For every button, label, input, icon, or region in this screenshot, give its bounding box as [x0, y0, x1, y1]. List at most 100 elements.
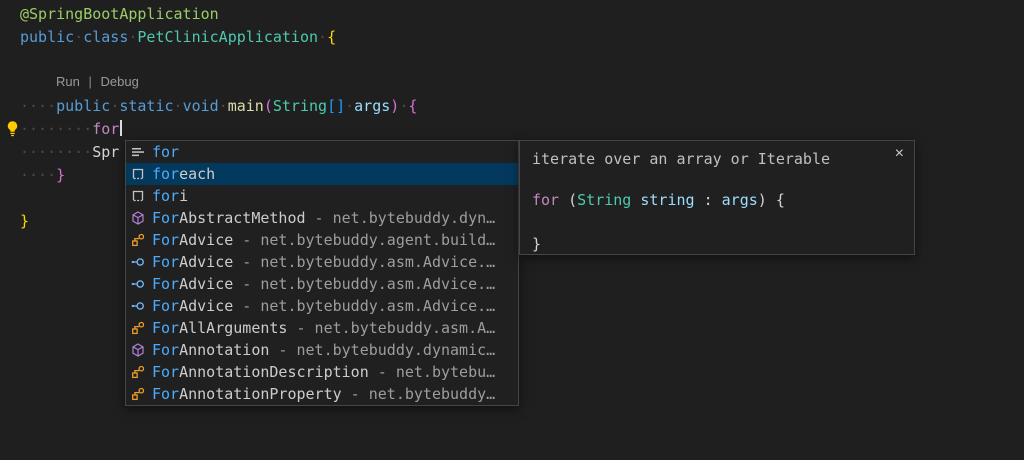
symbol-interface-icon — [130, 254, 148, 270]
suggestion-match-text: For — [152, 231, 179, 249]
suggestion-detail-text: - net.bytebuddy.asm.Advice.… — [233, 275, 495, 293]
code-token-type: PetClinicApplication — [137, 28, 318, 46]
symbol-class-icon — [130, 386, 148, 402]
suggestion-label: ForAllArguments - net.bytebuddy.asm.A… — [152, 319, 495, 337]
suggestion-doc-summary: iterate over an array or Iterable — [532, 149, 830, 169]
code-line: @SpringBootApplication — [20, 4, 219, 25]
suggest-details-panel: iterate over an array or Iterable × for … — [519, 140, 915, 255]
code-editor[interactable]: @SpringBootApplicationpublic·class·PetCl… — [0, 0, 1024, 460]
code-line: ····public·static·void·main(String[]·arg… — [20, 96, 417, 117]
code-token-b2: ) — [390, 97, 399, 115]
code-token-b2: ( — [264, 97, 273, 115]
suggestion-rest-text: AllArguments — [179, 319, 287, 337]
code-token-kw: public — [20, 28, 74, 46]
code-token-ws: · — [74, 28, 83, 46]
suggestion-detail-text: - net.bytebuddy.asm.Advice.… — [233, 297, 495, 315]
code-token-var: args — [722, 191, 758, 209]
suggestion-item[interactable]: ForAnnotationDescription - net.bytebu… — [126, 361, 518, 383]
suggestion-match-text: For — [152, 319, 179, 337]
suggestion-match-text: for — [152, 187, 179, 205]
code-token-kw: public — [56, 97, 110, 115]
codelens-run-link[interactable]: Run — [56, 74, 80, 89]
suggestion-item[interactable]: ForAdvice - net.bytebuddy.asm.Advice.… — [126, 295, 518, 317]
suggestion-detail-text: - net.bytebuddy.dynamic… — [269, 341, 495, 359]
lightbulb-icon[interactable] — [4, 120, 21, 137]
code-token-ws: ···· — [20, 166, 56, 184]
suggest-widget: forforeachforiForAbstractMethod - net.by… — [125, 140, 519, 406]
symbol-class-icon — [130, 232, 148, 248]
code-token-ws: ········ — [20, 120, 92, 138]
suggestion-match-text: For — [152, 363, 179, 381]
code-token-b1: } — [20, 212, 29, 230]
suggestion-rest-text: each — [179, 165, 215, 183]
suggestion-match-text: For — [152, 209, 179, 227]
suggestion-item[interactable]: ForAnnotationProperty - net.bytebuddy… — [126, 383, 518, 405]
suggestion-label: fori — [152, 187, 188, 205]
suggestion-rest-text: Advice — [179, 253, 233, 271]
suggestion-item[interactable]: ForAdvice - net.bytebuddy.asm.Advice.… — [126, 251, 518, 273]
suggestion-match-text: For — [152, 275, 179, 293]
code-line: public·class·PetClinicApplication·{ — [20, 27, 336, 48]
suggestion-detail-text: - net.bytebu… — [369, 363, 495, 381]
suggestion-item[interactable]: fori — [126, 185, 518, 207]
suggestion-match-text: For — [152, 297, 179, 315]
code-token-ws: · — [174, 97, 183, 115]
suggestion-item[interactable]: for — [126, 141, 518, 163]
suggestion-match-text: For — [152, 341, 179, 359]
symbol-class-icon — [130, 320, 148, 336]
code-token-punc: ) { — [758, 191, 785, 209]
code-token-b3: [] — [327, 97, 345, 115]
suggestion-rest-text: AnnotationDescription — [179, 363, 369, 381]
code-token-ws: · — [345, 97, 354, 115]
suggestion-detail-text: - net.bytebuddy.asm.A… — [287, 319, 495, 337]
suggestion-label: for — [152, 143, 179, 161]
code-token-ctrl: for — [92, 120, 119, 138]
code-token-var: args — [354, 97, 390, 115]
code-line: ········for — [20, 119, 122, 140]
suggest-list: forforeachforiForAbstractMethod - net.by… — [126, 141, 518, 405]
suggestion-label: ForAdvice - net.bytebuddy.asm.Advice.… — [152, 297, 495, 315]
suggestion-match-text: For — [152, 253, 179, 271]
code-token-b2: } — [56, 166, 65, 184]
suggestion-match-text: for — [152, 165, 179, 183]
suggestion-match-text: for — [152, 143, 179, 161]
suggestion-rest-text: AnnotationProperty — [179, 385, 342, 403]
suggestion-rest-text: AbstractMethod — [179, 209, 305, 227]
symbol-method-icon — [130, 210, 148, 226]
suggestion-label: ForAdvice - net.bytebuddy.asm.Advice.… — [152, 275, 495, 293]
suggestion-rest-text: Annotation — [179, 341, 269, 359]
code-token-punc: ( — [559, 191, 577, 209]
code-token-punc: } — [532, 235, 541, 253]
suggestion-item[interactable]: ForAdvice - net.bytebuddy.asm.Advice.… — [126, 273, 518, 295]
suggestion-doc-code: for (String string : args) { } — [532, 189, 902, 255]
suggestion-rest-text: Advice — [179, 231, 233, 249]
close-icon[interactable]: × — [895, 145, 904, 163]
symbol-method-icon — [130, 342, 148, 358]
symbol-keyword-icon — [130, 144, 148, 160]
doc-code-line: } — [532, 233, 902, 255]
suggestion-detail-text: - net.bytebuddy.dyn… — [306, 209, 496, 227]
suggestion-item[interactable]: ForAbstractMethod - net.bytebuddy.dyn… — [126, 207, 518, 229]
code-token-ws: ········ — [20, 143, 92, 161]
suggestion-label: ForAnnotationDescription - net.bytebu… — [152, 363, 495, 381]
code-token-punc: : — [695, 191, 722, 209]
symbol-snippet-icon — [130, 188, 148, 204]
suggestion-label: ForAbstractMethod - net.bytebuddy.dyn… — [152, 209, 495, 227]
suggestion-label: ForAnnotationProperty - net.bytebuddy… — [152, 385, 495, 403]
suggestion-item[interactable]: ForAllArguments - net.bytebuddy.asm.A… — [126, 317, 518, 339]
suggestion-item[interactable]: ForAnnotation - net.bytebuddy.dynamic… — [126, 339, 518, 361]
text-cursor — [120, 120, 122, 136]
suggestion-match-text: For — [152, 385, 179, 403]
code-token-kw: static — [119, 97, 173, 115]
codelens-separator: | — [88, 74, 91, 89]
code-token-ws: · — [318, 28, 327, 46]
codelens-debug-link[interactable]: Debug — [101, 74, 139, 89]
suggestion-item[interactable]: ForAdvice - net.bytebuddy.agent.build… — [126, 229, 518, 251]
code-token-b1: { — [327, 28, 336, 46]
symbol-interface-icon — [130, 276, 148, 292]
code-token-type: String — [577, 191, 631, 209]
code-token-ctrl: for — [532, 191, 559, 209]
suggestion-item[interactable]: foreach — [126, 163, 518, 185]
suggestion-detail-text: - net.bytebuddy.agent.build… — [233, 231, 495, 249]
suggestion-detail-text: - net.bytebuddy… — [342, 385, 496, 403]
